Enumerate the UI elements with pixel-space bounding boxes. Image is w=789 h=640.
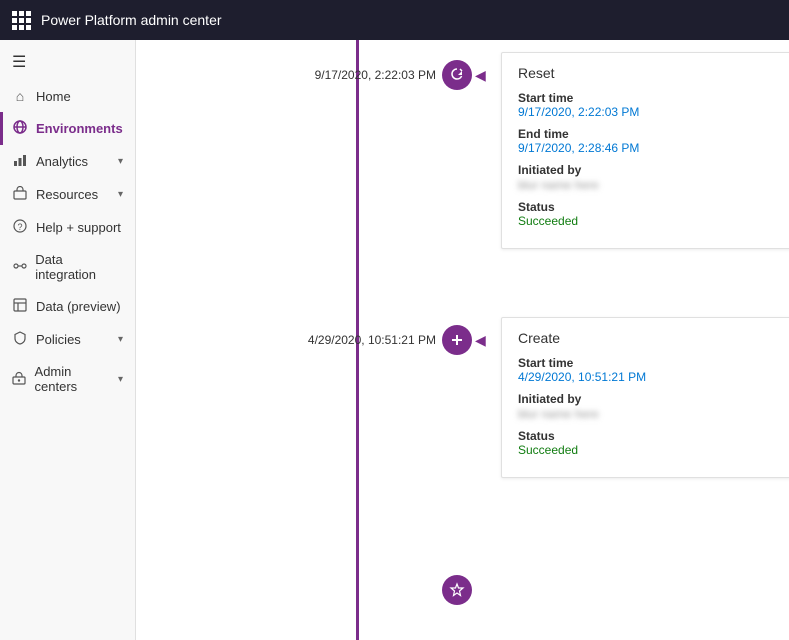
reset-status-value: Succeeded [518, 214, 774, 228]
reset-initiated-by-value: blur name here [518, 178, 599, 192]
reset-arrow: ◀ [475, 60, 486, 90]
sidebar-item-label: Admin centers [35, 364, 110, 394]
create-start-time-field: Start time 4/29/2020, 10:51:21 PM [518, 356, 774, 384]
sidebar-item-admin-centers[interactable]: Admin centers ▾ [0, 356, 135, 402]
reset-end-time-field: End time 9/17/2020, 2:28:46 PM [518, 127, 774, 155]
chevron-down-icon: ▾ [118, 156, 123, 167]
home-icon: ⌂ [12, 88, 28, 104]
sidebar-item-label: Data (preview) [36, 299, 121, 314]
create-date: 4/29/2020, 10:51:21 PM [276, 325, 436, 355]
data-integration-icon [12, 259, 27, 276]
resources-icon [12, 186, 28, 203]
sidebar-item-label: Analytics [36, 154, 88, 169]
sidebar-item-policies[interactable]: Policies ▾ [0, 323, 135, 356]
create-node [442, 325, 472, 355]
sidebar-item-label: Resources [36, 187, 98, 202]
sidebar-item-label: Environments [36, 121, 123, 136]
sidebar-item-label: Help + support [36, 220, 121, 235]
timeline-event-star [236, 570, 789, 630]
app-title: Power Platform admin center [41, 12, 222, 28]
timeline: 9/17/2020, 2:22:03 PM ◀ Reset Sta [136, 40, 789, 640]
sidebar-item-label: Home [36, 89, 71, 104]
star-node [442, 575, 472, 605]
sidebar-item-help-support[interactable]: ? Help + support [0, 211, 135, 244]
create-initiated-by-field: Initiated by blur name here [518, 392, 774, 421]
timeline-event-reset: 9/17/2020, 2:22:03 PM ◀ Reset Sta [236, 60, 789, 320]
data-preview-icon [12, 298, 28, 315]
sidebar: ☰ ⌂ Home Environments Analytics ▾ Resour… [0, 40, 136, 640]
create-status-value: Succeeded [518, 443, 774, 457]
svg-text:?: ? [18, 222, 23, 232]
create-initiated-by-value: blur name here [518, 407, 599, 421]
sidebar-item-label: Data integration [35, 252, 123, 282]
chevron-down-icon: ▾ [118, 374, 123, 385]
apps-icon[interactable] [12, 11, 31, 30]
create-card: Create Start time 4/29/2020, 10:51:21 PM… [501, 317, 789, 478]
admin-centers-icon [12, 371, 27, 388]
create-arrow: ◀ [475, 325, 486, 355]
reset-end-time-value: 9/17/2020, 2:28:46 PM [518, 141, 774, 155]
reset-card: Reset Start time 9/17/2020, 2:22:03 PM E… [501, 52, 789, 249]
reset-start-time-value: 9/17/2020, 2:22:03 PM [518, 105, 774, 119]
sidebar-item-environments[interactable]: Environments [0, 112, 135, 145]
reset-status-field: Status Succeeded [518, 200, 774, 228]
analytics-icon [12, 153, 28, 170]
topbar: Power Platform admin center [0, 0, 789, 40]
chevron-down-icon: ▾ [118, 334, 123, 345]
reset-start-time-field: Start time 9/17/2020, 2:22:03 PM [518, 91, 774, 119]
help-icon: ? [12, 219, 28, 236]
reset-node [442, 60, 472, 90]
main-layout: ☰ ⌂ Home Environments Analytics ▾ Resour… [0, 40, 789, 640]
sidebar-item-resources[interactable]: Resources ▾ [0, 178, 135, 211]
reset-initiated-by-field: Initiated by blur name here [518, 163, 774, 192]
sidebar-item-data-integration[interactable]: Data integration [0, 244, 135, 290]
hamburger-button[interactable]: ☰ [0, 44, 135, 80]
reset-date: 9/17/2020, 2:22:03 PM [276, 60, 436, 90]
environments-icon [12, 120, 28, 137]
reset-card-title: Reset [518, 65, 774, 81]
policies-icon [12, 331, 28, 348]
main-content: 9/17/2020, 2:22:03 PM ◀ Reset Sta [136, 40, 789, 640]
create-start-time-value: 4/29/2020, 10:51:21 PM [518, 370, 774, 384]
chevron-down-icon: ▾ [118, 189, 123, 200]
sidebar-item-data-preview[interactable]: Data (preview) [0, 290, 135, 323]
create-status-field: Status Succeeded [518, 429, 774, 457]
create-card-title: Create [518, 330, 774, 346]
sidebar-item-home[interactable]: ⌂ Home [0, 80, 135, 112]
sidebar-item-analytics[interactable]: Analytics ▾ [0, 145, 135, 178]
timeline-event-create: 4/29/2020, 10:51:21 PM ◀ Create Start ti… [236, 320, 789, 570]
sidebar-item-label: Policies [36, 332, 81, 347]
